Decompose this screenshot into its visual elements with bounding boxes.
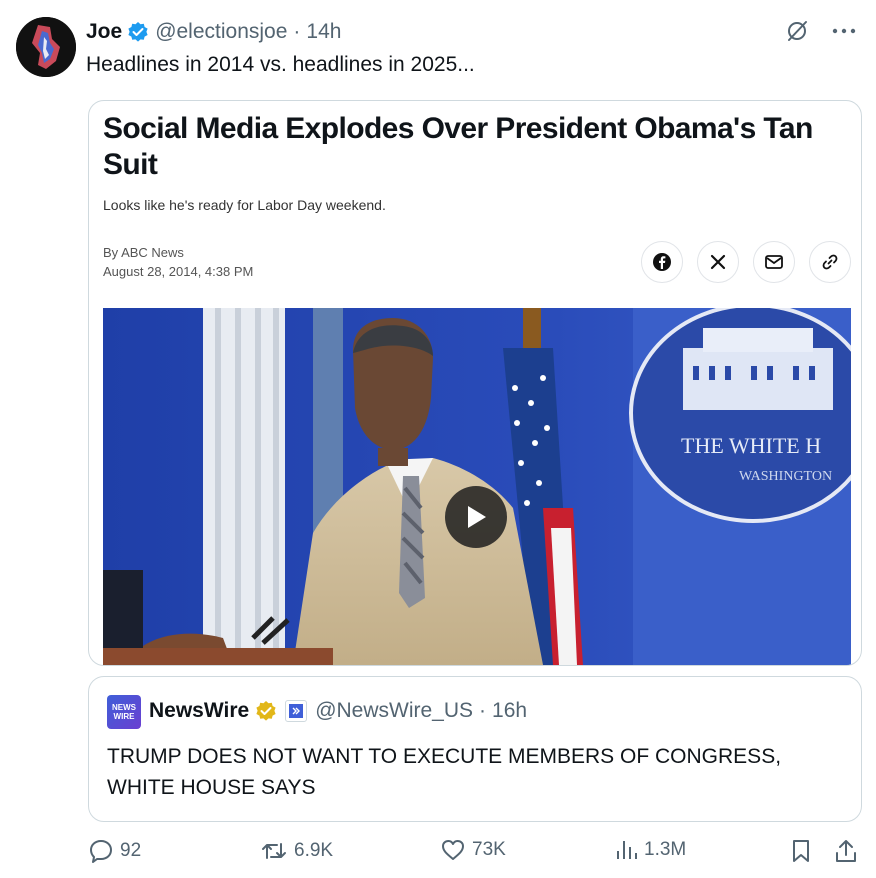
photo-sign-subtext: WASHINGTON bbox=[739, 469, 832, 484]
logo-text-line1: NEWS bbox=[112, 703, 136, 712]
quoted-tweet-card[interactable]: NEWS WIRE NewsWire @NewsWire_US · 16h TR… bbox=[88, 676, 862, 822]
affiliate-badge-icon bbox=[285, 700, 308, 722]
repost-count: 6.9K bbox=[294, 840, 334, 861]
play-icon bbox=[464, 504, 488, 530]
reply-count: 92 bbox=[120, 840, 142, 861]
dot-separator: · bbox=[293, 20, 301, 43]
article-byline-block: By ABC News August 28, 2014, 4:38 PM bbox=[103, 243, 253, 281]
x-share-button[interactable] bbox=[697, 241, 739, 283]
view-count: 1.3M bbox=[644, 839, 687, 860]
heart-icon bbox=[440, 838, 466, 862]
tweet-author-row: Joe @electionsjoe · 14h bbox=[86, 20, 341, 44]
logo-text-line2: WIRE bbox=[113, 712, 135, 721]
share-buttons bbox=[641, 241, 851, 283]
repost-icon bbox=[260, 838, 288, 864]
bookmark-icon bbox=[790, 838, 812, 864]
quoted-author-name[interactable]: NewsWire bbox=[149, 699, 249, 723]
article-subhead: Looks like he's ready for Labor Day week… bbox=[103, 197, 386, 213]
quoted-tweet-text: TRUMP DOES NOT WANT TO EXECUTE MEMBERS O… bbox=[107, 745, 782, 799]
play-button[interactable] bbox=[445, 486, 507, 548]
like-button[interactable]: 73K bbox=[440, 838, 506, 862]
tweet-text: Headlines in 2014 vs. headlines in 2025.… bbox=[86, 53, 475, 76]
dot-separator: · bbox=[479, 699, 487, 722]
reply-icon bbox=[88, 838, 114, 864]
quoted-author-handle[interactable]: @NewsWire_US bbox=[315, 699, 473, 723]
quoted-author-row: NewsWire @NewsWire_US · 16h bbox=[149, 699, 527, 723]
views-button[interactable]: 1.3M bbox=[614, 838, 686, 862]
article-byline: By ABC News bbox=[103, 245, 184, 260]
tweet-action-bar: 92 6.9K 73K 1.3M bbox=[0, 838, 876, 874]
article-card[interactable]: Social Media Explodes Over President Oba… bbox=[88, 100, 862, 666]
facebook-icon bbox=[652, 252, 672, 272]
repost-button[interactable]: 6.9K bbox=[260, 838, 333, 864]
verified-badge-icon bbox=[127, 21, 149, 43]
article-headline: Social Media Explodes Over President Oba… bbox=[103, 112, 813, 181]
facebook-share-button[interactable] bbox=[641, 241, 683, 283]
like-count: 73K bbox=[472, 839, 506, 860]
email-share-button[interactable] bbox=[753, 241, 795, 283]
tweet-top-actions bbox=[784, 18, 856, 44]
newswire-logo[interactable]: NEWS WIRE bbox=[107, 695, 141, 729]
reply-button[interactable]: 92 bbox=[88, 838, 141, 864]
more-options-icon[interactable] bbox=[832, 27, 856, 35]
author-name[interactable]: Joe bbox=[86, 20, 122, 44]
copy-link-button[interactable] bbox=[809, 241, 851, 283]
x-icon bbox=[710, 254, 726, 270]
mail-icon bbox=[765, 255, 783, 269]
avatar[interactable] bbox=[16, 17, 76, 77]
bookmark-button[interactable] bbox=[790, 838, 812, 864]
article-video-thumbnail[interactable]: THE WHITE H WASHINGTON bbox=[103, 308, 851, 665]
analytics-icon bbox=[614, 838, 638, 862]
author-handle[interactable]: @electionsjoe bbox=[155, 20, 287, 44]
article-date: August 28, 2014, 4:38 PM bbox=[103, 264, 254, 279]
tweet-time[interactable]: 14h bbox=[306, 20, 341, 44]
quoted-tweet-time[interactable]: 16h bbox=[492, 699, 527, 723]
photo-sign-text: THE WHITE H bbox=[681, 433, 821, 458]
share-button[interactable] bbox=[834, 838, 858, 864]
share-icon bbox=[834, 838, 858, 864]
link-icon bbox=[821, 253, 839, 271]
grok-icon[interactable] bbox=[784, 18, 810, 44]
gold-verified-badge-icon bbox=[255, 700, 277, 722]
